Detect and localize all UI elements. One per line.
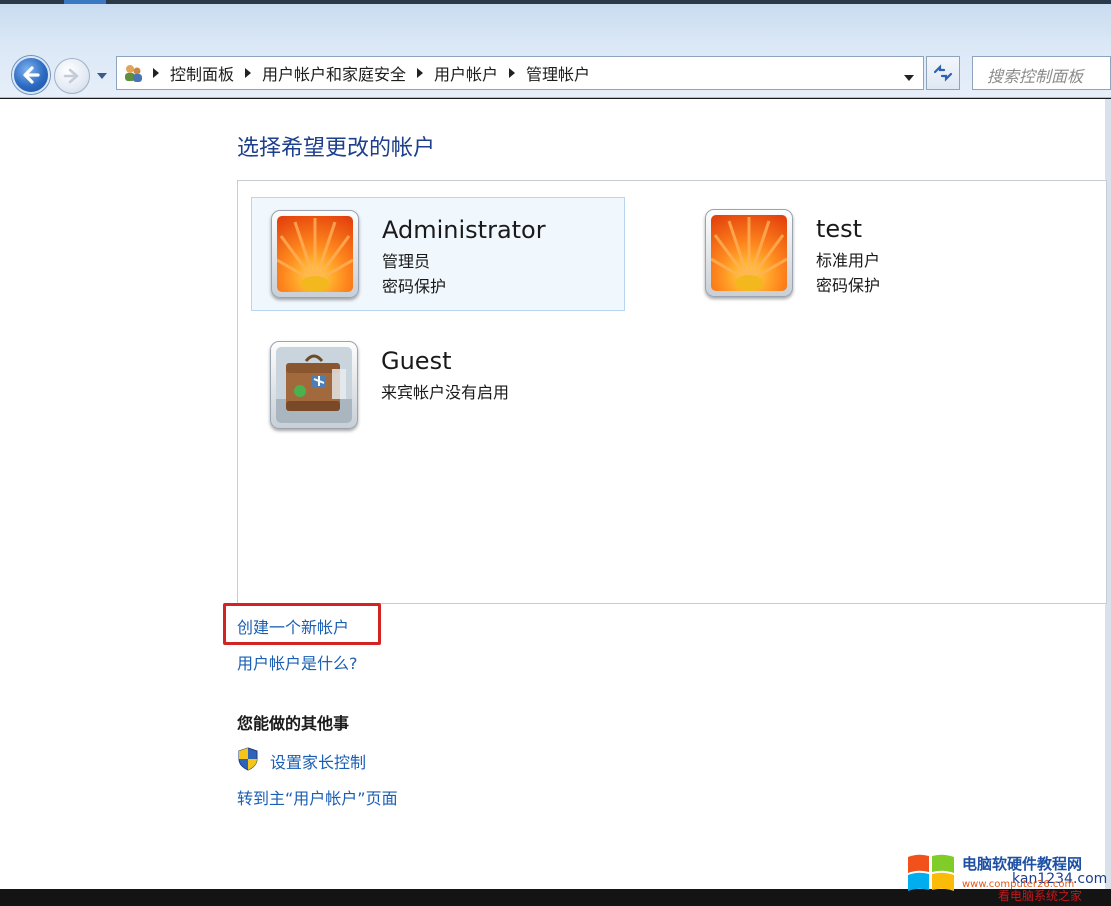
breadcrumb-arrow-icon[interactable] xyxy=(410,68,430,78)
breadcrumb-arrow-icon[interactable] xyxy=(238,68,258,78)
account-name: Administrator xyxy=(382,216,546,244)
arrow-left-icon xyxy=(23,66,40,84)
address-dropdown-button[interactable] xyxy=(903,68,915,81)
flower-icon xyxy=(277,216,353,292)
account-status: 来宾帐户没有启用 xyxy=(381,383,510,402)
arrow-right-icon xyxy=(63,68,79,84)
account-tile-test[interactable]: test 标准用户 密码保护 xyxy=(686,197,1060,311)
watermark-subtitle: 看电脑系统之家 xyxy=(998,889,1083,903)
accounts-panel: Administrator 管理员 密码保护 test 标准用户 密码保护 Gu… xyxy=(237,180,1107,604)
breadcrumb-user-accounts-family[interactable]: 用户帐户和家庭安全 xyxy=(258,61,410,85)
avatar xyxy=(271,210,359,298)
account-password-status: 密码保护 xyxy=(816,276,881,295)
avatar xyxy=(705,209,793,297)
refresh-button[interactable] xyxy=(926,56,960,90)
back-button[interactable] xyxy=(12,56,50,94)
parental-controls-link[interactable]: 设置家长控制 xyxy=(270,749,366,773)
shield-icon xyxy=(237,747,259,771)
account-tile-guest[interactable]: Guest 来宾帐户没有启用 xyxy=(251,329,625,443)
explorer-toolbar: 控制面板 用户帐户和家庭安全 用户帐户 管理帐户 搜索控制面板 xyxy=(0,4,1111,98)
breadcrumb-arrow-icon[interactable] xyxy=(146,68,166,78)
forward-button[interactable] xyxy=(54,58,90,94)
chevron-down-icon xyxy=(904,75,914,81)
page-title: 选择希望更改的帐户 xyxy=(237,136,436,161)
breadcrumb-arrow-icon[interactable] xyxy=(502,68,522,78)
watermark: 电脑软硬件教程网 kan1234.com www.computer26.com … xyxy=(906,851,1111,903)
address-bar[interactable]: 控制面板 用户帐户和家庭安全 用户帐户 管理帐户 xyxy=(116,56,924,90)
control-panel-icon xyxy=(120,61,146,85)
breadcrumb-user-accounts[interactable]: 用户帐户 xyxy=(430,61,502,85)
create-new-account-link[interactable]: 创建一个新帐户 xyxy=(237,614,349,638)
what-is-user-account-link[interactable]: 用户帐户是什么? xyxy=(237,650,358,674)
breadcrumb-manage-accounts[interactable]: 管理帐户 xyxy=(522,61,594,85)
refresh-icon xyxy=(933,64,953,82)
account-name: Guest xyxy=(381,347,452,375)
chevron-down-icon xyxy=(97,73,107,79)
account-password-status: 密码保护 xyxy=(382,277,447,296)
flower-icon xyxy=(711,215,787,291)
account-name: test xyxy=(816,215,863,243)
suitcase-icon xyxy=(276,347,352,423)
search-input[interactable]: 搜索控制面板 xyxy=(972,56,1111,90)
main-content: 选择希望更改的帐户 Administrator 管理员 密码保护 test 标准… xyxy=(0,99,1111,889)
recent-pages-dropdown[interactable] xyxy=(96,70,108,82)
account-type: 标准用户 xyxy=(816,251,881,270)
avatar xyxy=(270,341,358,429)
breadcrumb-control-panel[interactable]: 控制面板 xyxy=(166,61,238,85)
account-type: 管理员 xyxy=(382,252,431,271)
account-tile-administrator[interactable]: Administrator 管理员 密码保护 xyxy=(251,197,625,311)
go-to-main-user-accounts-link[interactable]: 转到主“用户帐户”页面 xyxy=(237,785,398,809)
windows-logo-icon xyxy=(906,851,956,895)
other-tasks-heading: 您能做的其他事 xyxy=(237,714,350,733)
